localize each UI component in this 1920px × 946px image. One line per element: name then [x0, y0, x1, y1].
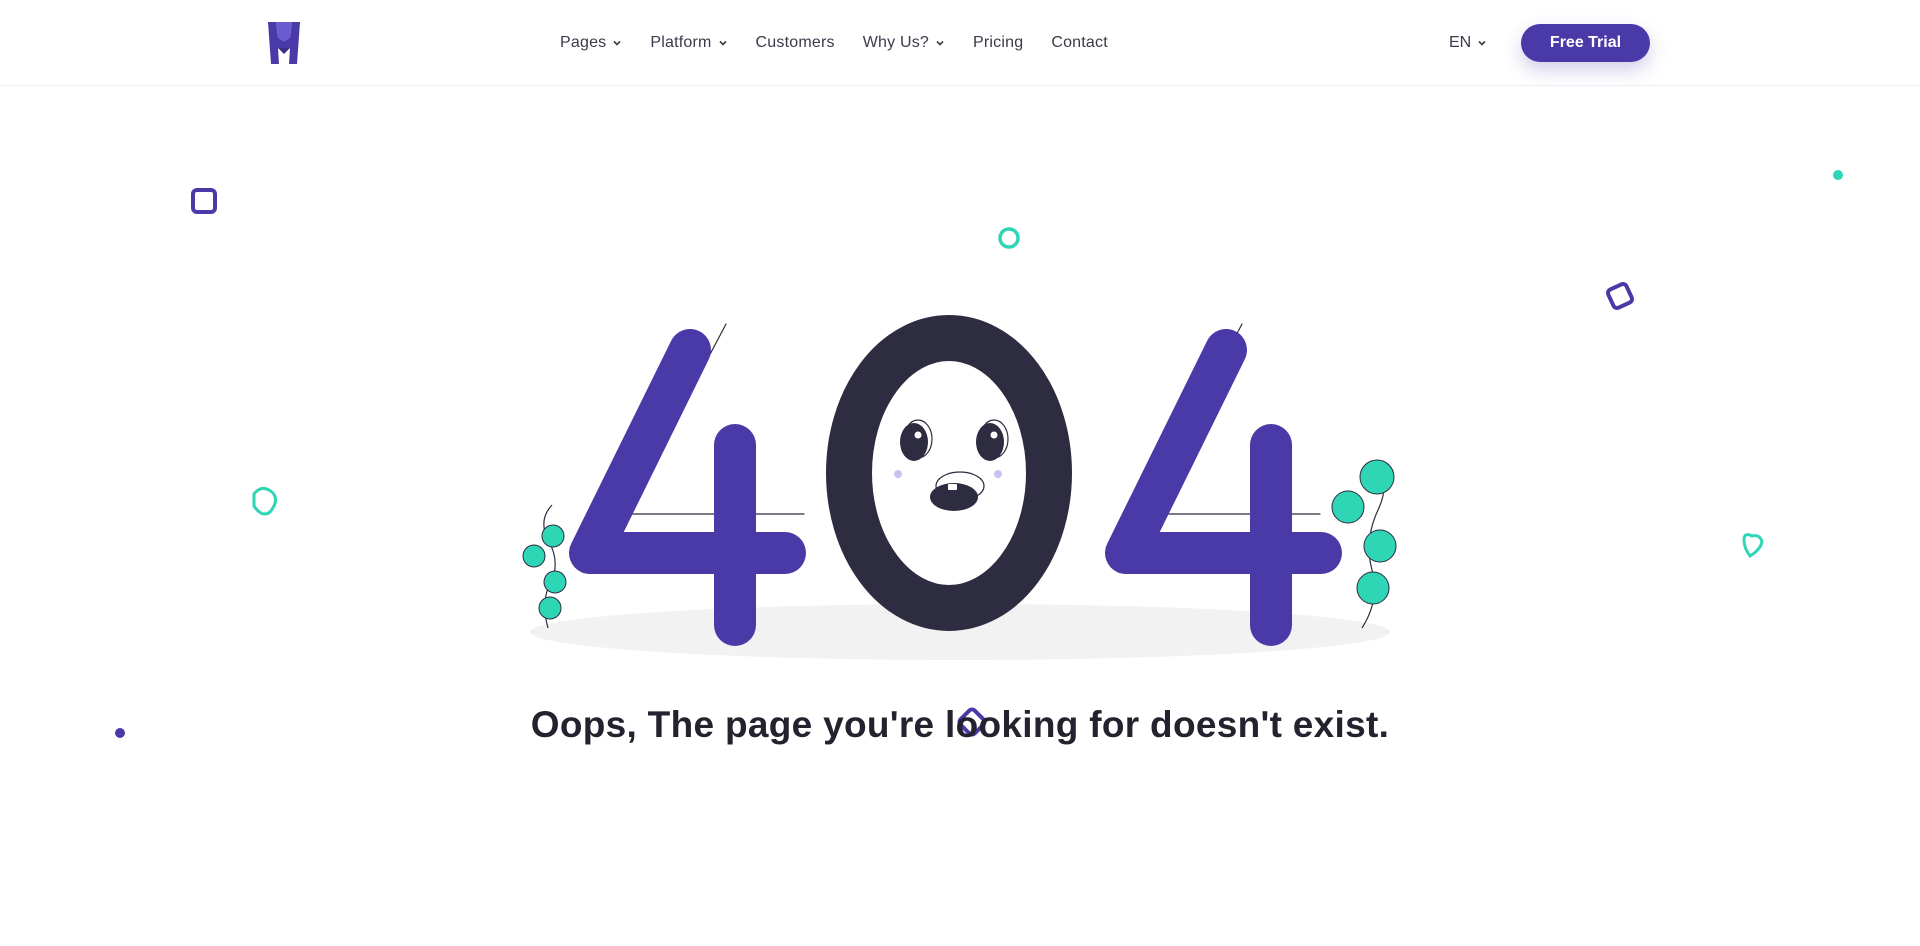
heart-shape	[1742, 533, 1764, 558]
chevron-down-icon	[718, 40, 727, 46]
nav-item-platform[interactable]: Platform	[650, 34, 727, 52]
logo-icon[interactable]	[264, 20, 304, 66]
nav-item-customers[interactable]: Customers	[756, 34, 835, 52]
nav-item-label: Pages	[560, 34, 607, 51]
diamond-shape	[1606, 282, 1634, 310]
nav-item-label: Why Us?	[862, 34, 930, 51]
chevron-down-icon	[936, 40, 944, 46]
square-shape	[191, 188, 217, 214]
plant-right	[1331, 459, 1397, 629]
chevron-down-icon	[1478, 40, 1486, 46]
nav-item-label: Customers	[755, 34, 835, 51]
nav-item-pages[interactable]: Pages	[560, 34, 622, 52]
language-selector[interactable]: EN	[1449, 0, 1487, 86]
nav-item-contact[interactable]: Contact	[1051, 34, 1108, 52]
plant-left	[522, 504, 567, 629]
digit-four-left	[569, 323, 806, 646]
nav-item-label: Contact	[1051, 34, 1108, 51]
nav-item-label: Pricing	[973, 34, 1024, 51]
dot-shape	[1833, 170, 1843, 180]
digit-four-right	[1105, 323, 1342, 646]
error-message: Oops, The page you're looking for doesn'…	[530, 704, 1390, 745]
nav-item-label: Platform	[650, 34, 712, 51]
ring-shape	[998, 227, 1020, 249]
chevron-down-icon	[613, 40, 621, 46]
language-label: EN	[1449, 34, 1472, 51]
site-header: Pages Platform Customers Why Us? Pricing…	[0, 0, 1920, 86]
drop-shape	[252, 487, 277, 516]
error-404-illustration	[115, 170, 1843, 738]
nav-item-pricing[interactable]: Pricing	[973, 34, 1023, 52]
ground-shadow	[530, 604, 1390, 660]
nav-item-why-us[interactable]: Why Us?	[863, 34, 945, 52]
digit-zero-face	[826, 315, 1072, 631]
free-trial-button[interactable]: Free Trial	[1521, 24, 1650, 62]
main-nav: Pages Platform Customers Why Us? Pricing…	[560, 0, 1136, 86]
